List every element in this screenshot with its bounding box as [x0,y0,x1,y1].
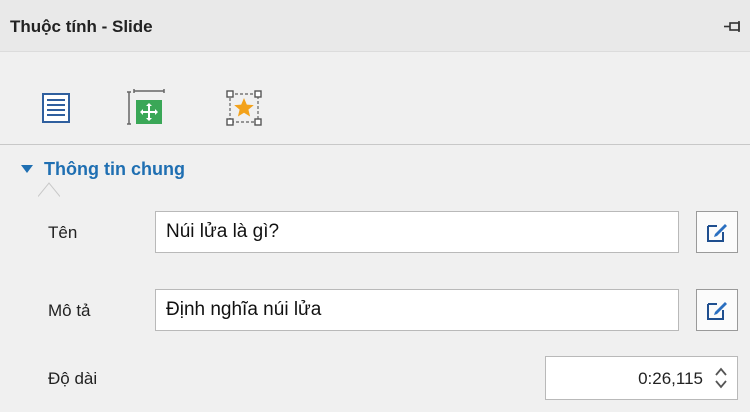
duration-label: Độ dài [48,369,98,388]
tab-strip [0,52,750,197]
duration-field[interactable]: 0:26,115 [545,356,738,400]
name-field[interactable]: Núi lửa là gì? [155,211,679,253]
expand-arrow-icon[interactable] [20,163,34,175]
duration-value: 0:26,115 [638,369,703,388]
name-label: Tên [48,223,78,242]
tab-layout[interactable] [126,88,166,128]
tab-effects[interactable] [224,88,264,128]
panel-titlebar: Thuộc tính - Slide [0,0,750,52]
section-general-header[interactable]: Thông tin chung [20,153,185,185]
description-field[interactable]: Định nghĩa núi lửa [155,289,679,331]
pin-icon[interactable] [724,20,742,34]
edit-name-button[interactable] [696,211,738,253]
list-icon [42,93,70,123]
panel-title: Thuộc tính - Slide [10,17,153,36]
edit-icon [707,302,727,320]
edit-icon [707,224,727,242]
properties-panel: Thuộc tính - Slide Thông tin chung Tên N… [0,0,750,412]
move-icon [127,89,165,125]
tab-divider [0,144,750,145]
spinner-updown-icon[interactable] [713,364,729,392]
edit-description-button[interactable] [696,289,738,331]
description-label: Mô tả [48,301,91,320]
star-icon [226,90,262,126]
section-title: Thông tin chung [44,158,185,179]
tab-properties[interactable] [36,88,76,128]
